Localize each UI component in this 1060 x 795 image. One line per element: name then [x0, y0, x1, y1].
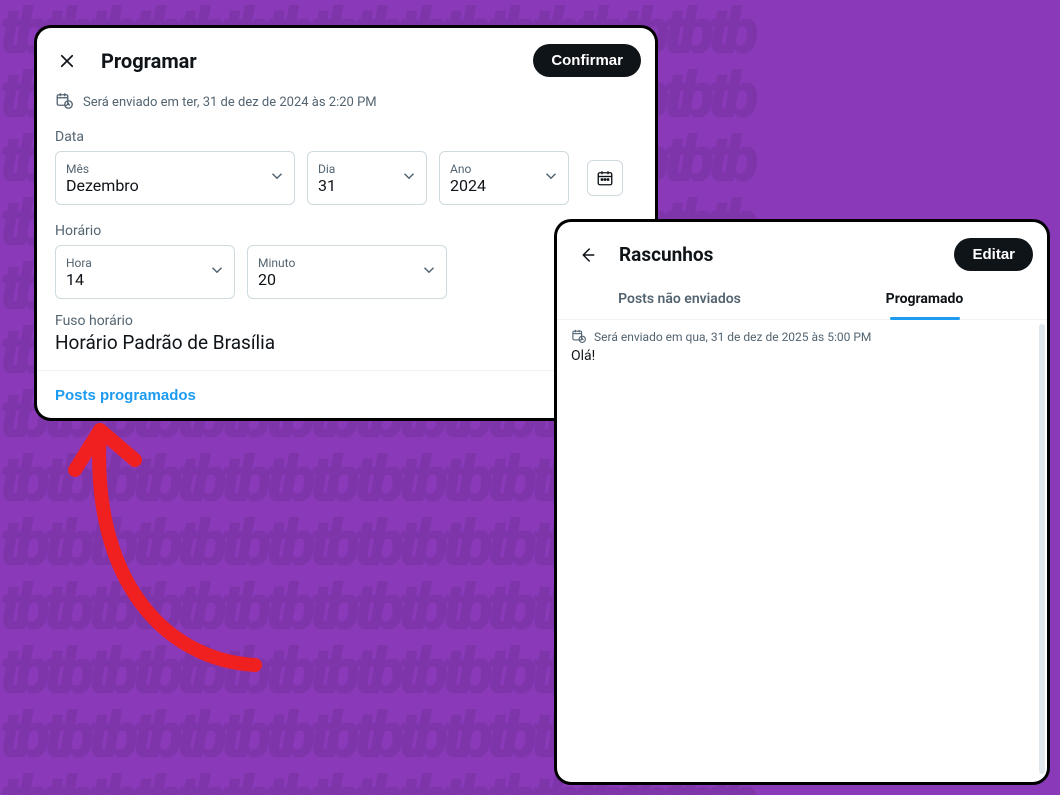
day-select[interactable]: Dia 31: [307, 151, 427, 205]
month-select[interactable]: Mês Dezembro: [55, 151, 295, 205]
day-value: 31: [318, 176, 392, 195]
calendar-icon: [596, 169, 614, 187]
minute-select[interactable]: Minuto 20: [247, 245, 447, 299]
back-button[interactable]: [571, 239, 603, 271]
timezone-label: Fuso horário: [55, 313, 637, 329]
drafts-modal-title: Rascunhos: [619, 243, 713, 266]
drafts-modal-header: Rascunhos Editar: [557, 232, 1047, 279]
scheduled-post-info-text: Será enviado em qua, 31 de dez de 2025 à…: [594, 330, 871, 344]
schedule-icon: [55, 91, 73, 113]
tab-scheduled[interactable]: Programado: [802, 279, 1047, 319]
scheduled-post-item[interactable]: Será enviado em qua, 31 de dez de 2025 à…: [571, 328, 1033, 364]
year-value: 2024: [450, 176, 534, 195]
close-icon: [58, 52, 76, 70]
year-label: Ano: [450, 162, 534, 176]
date-section-label: Data: [37, 125, 655, 151]
timezone-value: Horário Padrão de Brasília: [55, 331, 637, 354]
drafts-body: Será enviado em qua, 31 de dez de 2025 à…: [557, 320, 1047, 778]
calendar-button[interactable]: [587, 160, 623, 196]
minute-value: 20: [258, 270, 412, 289]
hour-label: Hora: [66, 256, 200, 270]
drafts-modal: Rascunhos Editar Posts não enviados Prog…: [557, 222, 1047, 782]
confirm-button[interactable]: Confirmar: [533, 44, 641, 77]
hour-value: 14: [66, 270, 200, 289]
close-button[interactable]: [51, 45, 83, 77]
scheduled-post-text: Olá!: [571, 348, 1033, 364]
schedule-icon: [571, 328, 586, 346]
day-label: Dia: [318, 162, 392, 176]
edit-button[interactable]: Editar: [954, 238, 1033, 271]
year-select[interactable]: Ano 2024: [439, 151, 569, 205]
month-value: Dezembro: [66, 176, 260, 195]
schedule-info-text: Será enviado em ter, 31 de dez de 2024 à…: [83, 95, 377, 110]
red-arrow-annotation: [55, 400, 295, 690]
scheduled-posts-link[interactable]: Posts programados: [55, 387, 196, 404]
schedule-info-row: Será enviado em ter, 31 de dez de 2024 à…: [37, 87, 655, 125]
chevron-down-icon: [400, 167, 418, 189]
hour-select[interactable]: Hora 14: [55, 245, 235, 299]
schedule-modal-title: Programar: [101, 49, 197, 73]
chevron-down-icon: [268, 167, 286, 189]
scheduled-post-info-row: Será enviado em qua, 31 de dez de 2025 à…: [571, 328, 1033, 346]
chevron-down-icon: [420, 261, 438, 283]
chevron-down-icon: [542, 167, 560, 189]
arrow-left-icon: [578, 246, 596, 264]
month-label: Mês: [66, 162, 260, 176]
drafts-tabs: Posts não enviados Programado: [557, 279, 1047, 320]
scrollbar[interactable]: [1039, 324, 1045, 774]
tab-unsent-posts[interactable]: Posts não enviados: [557, 279, 802, 319]
schedule-modal-header: Programar Confirmar: [37, 40, 655, 87]
date-fields-row: Mês Dezembro Dia 31 Ano 2024: [37, 151, 655, 219]
chevron-down-icon: [208, 261, 226, 283]
minute-label: Minuto: [258, 256, 412, 270]
